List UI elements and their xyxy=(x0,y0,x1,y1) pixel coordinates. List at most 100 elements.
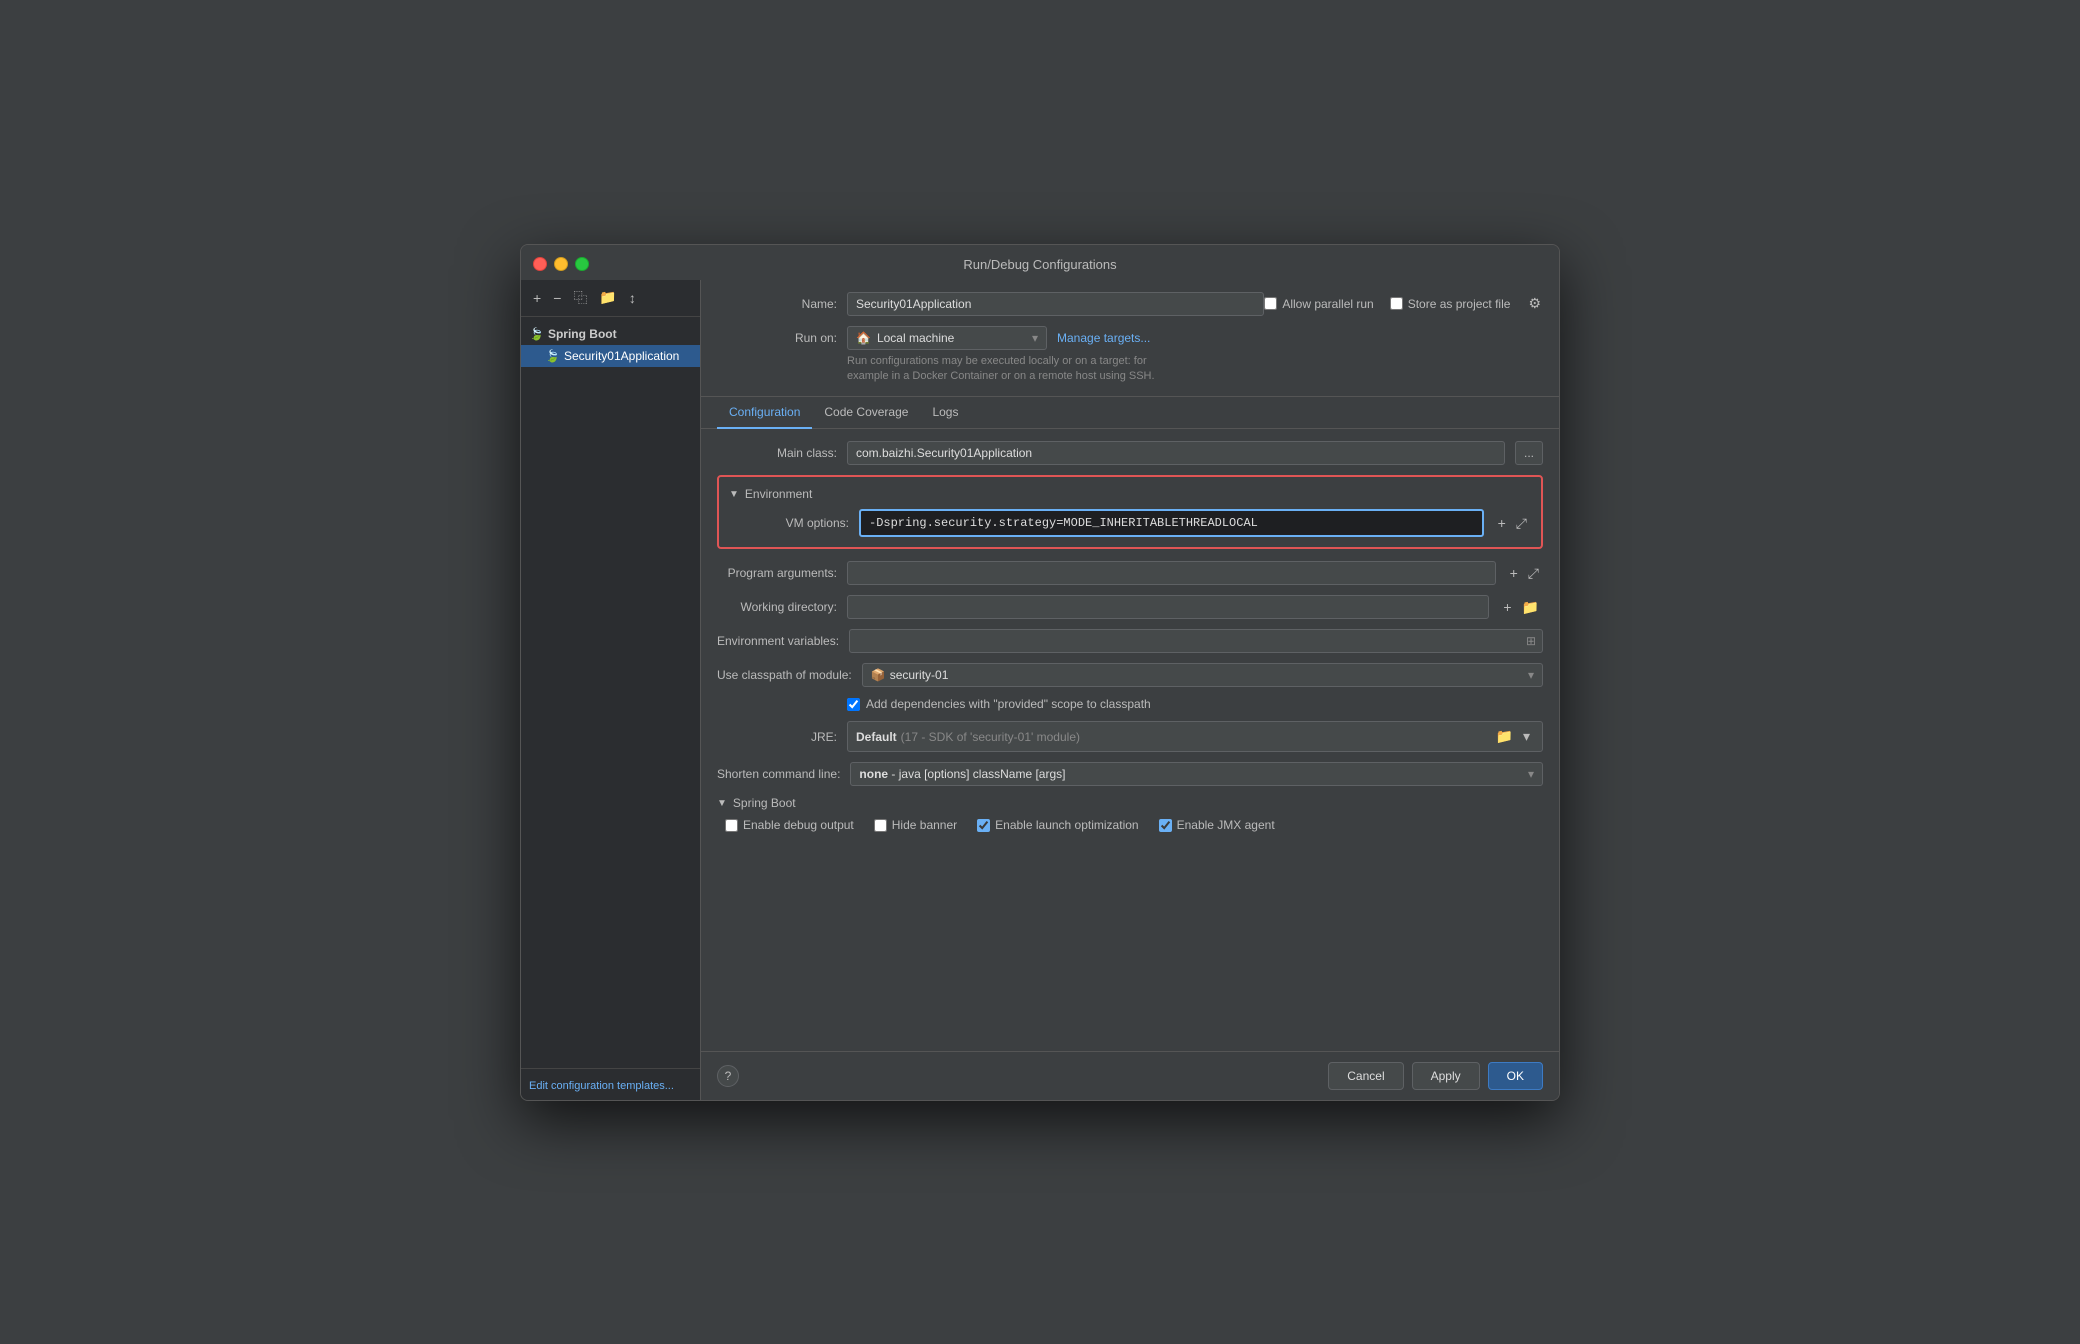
program-args-expand-button[interactable]: ⤢ xyxy=(1524,563,1543,584)
vm-options-input[interactable] xyxy=(859,509,1484,537)
close-button[interactable] xyxy=(533,257,547,271)
main-class-label: Main class: xyxy=(717,446,837,460)
manage-targets-link[interactable]: Manage targets... xyxy=(1057,331,1150,345)
window-title: Run/Debug Configurations xyxy=(963,257,1116,272)
config-header: Name: Allow parallel run Store as projec… xyxy=(701,280,1559,398)
jre-label: JRE: xyxy=(717,730,837,744)
add-deps-row: Add dependencies with "provided" scope t… xyxy=(717,697,1543,711)
sidebar-tree: 🍃 Spring Boot 🍃 Security01Application xyxy=(521,317,700,1068)
jre-default-text: Default xyxy=(856,730,897,744)
gear-button[interactable]: ⚙ xyxy=(1526,293,1543,314)
maximize-button[interactable] xyxy=(575,257,589,271)
shorten-dropdown-arrow: ▾ xyxy=(1528,767,1534,781)
spring-boot-group: 🍃 Spring Boot 🍃 Security01Application xyxy=(521,321,700,369)
shorten-dropdown[interactable]: none - java [options] className [args] ▾ xyxy=(850,762,1543,786)
app-run-icon: 🍃 xyxy=(545,349,560,363)
footer-left: ? xyxy=(717,1065,739,1087)
vm-options-row: VM options: + ⤢ xyxy=(729,509,1531,537)
env-vars-input-wrapper: ⊞ xyxy=(849,629,1543,653)
working-dir-input-wrapper xyxy=(847,595,1489,619)
add-config-button[interactable]: + xyxy=(529,288,545,308)
footer-buttons: Cancel Apply OK xyxy=(1328,1062,1543,1090)
header-options: Allow parallel run Store as project file… xyxy=(1264,293,1543,314)
classpath-dropdown[interactable]: 📦 security-01 ▾ xyxy=(862,663,1543,687)
security-app-item[interactable]: 🍃 Security01Application xyxy=(521,345,700,367)
name-label: Name: xyxy=(717,297,837,311)
dropdown-chevron-icon: ▾ xyxy=(1032,331,1038,345)
title-bar: Run/Debug Configurations xyxy=(521,245,1559,280)
store-as-project-text: Store as project file xyxy=(1408,297,1511,311)
jre-row: JRE: Default (17 - SDK of 'security-01' … xyxy=(717,721,1543,752)
run-on-dropdown[interactable]: 🏠 Local machine ▾ xyxy=(847,326,1047,350)
enable-jmx-label[interactable]: Enable JMX agent xyxy=(1159,818,1275,832)
spring-boot-header[interactable]: ▼ Spring Boot xyxy=(717,796,1543,810)
security-app-label: Security01Application xyxy=(564,349,679,363)
tab-configuration[interactable]: Configuration xyxy=(717,397,812,429)
tab-code-coverage[interactable]: Code Coverage xyxy=(812,397,920,429)
vm-options-expand-button[interactable]: ⤢ xyxy=(1512,513,1531,534)
jre-actions: 📁 ▾ xyxy=(1492,726,1534,747)
hide-banner-label[interactable]: Hide banner xyxy=(874,818,957,832)
working-dir-add-button[interactable]: + xyxy=(1499,597,1515,617)
program-args-add-button[interactable]: + xyxy=(1506,563,1522,583)
spring-boot-icon: 🍃 xyxy=(529,327,544,341)
module-icon: 📦 xyxy=(871,668,886,682)
working-dir-input[interactable] xyxy=(848,596,1488,618)
allow-parallel-checkbox[interactable] xyxy=(1264,297,1277,310)
program-args-actions: + ⤢ xyxy=(1506,563,1543,584)
classpath-label: Use classpath of module: xyxy=(717,668,852,682)
run-on-label: Run on: xyxy=(717,331,837,345)
ok-button[interactable]: OK xyxy=(1488,1062,1543,1090)
enable-debug-text: Enable debug output xyxy=(743,818,854,832)
jre-browse-button[interactable]: 📁 xyxy=(1492,726,1517,747)
working-dir-row: Working directory: + 📁 xyxy=(717,595,1543,619)
enable-jmx-checkbox[interactable] xyxy=(1159,819,1172,832)
hide-banner-checkbox[interactable] xyxy=(874,819,887,832)
run-on-hint: Run configurations may be executed local… xyxy=(847,354,1543,385)
jre-dropdown-button[interactable]: ▾ xyxy=(1519,726,1534,747)
tab-logs[interactable]: Logs xyxy=(920,397,970,429)
enable-debug-label[interactable]: Enable debug output xyxy=(725,818,854,832)
edit-templates-link[interactable]: Edit configuration templates... xyxy=(529,1080,674,1092)
sort-config-button[interactable]: ↕ xyxy=(625,288,640,308)
program-args-row: Program arguments: + ⤢ xyxy=(717,561,1543,585)
vm-options-label: VM options: xyxy=(729,516,849,530)
main-class-browse-button[interactable]: ... xyxy=(1515,441,1543,465)
folder-config-button[interactable]: 📁 xyxy=(595,287,620,308)
traffic-lights xyxy=(533,257,589,271)
main-class-input[interactable] xyxy=(847,441,1505,465)
minimize-button[interactable] xyxy=(554,257,568,271)
add-deps-checkbox[interactable] xyxy=(847,698,860,711)
working-dir-browse-button[interactable]: 📁 xyxy=(1518,597,1543,618)
environment-header[interactable]: ▼ Environment xyxy=(729,487,1531,501)
environment-title: Environment xyxy=(745,487,812,501)
enable-launch-label[interactable]: Enable launch optimization xyxy=(977,818,1138,832)
store-as-project-label[interactable]: Store as project file xyxy=(1390,297,1511,311)
program-args-input[interactable] xyxy=(848,562,1495,584)
store-as-project-checkbox[interactable] xyxy=(1390,297,1403,310)
remove-config-button[interactable]: − xyxy=(549,288,565,308)
dialog-footer: ? Cancel Apply OK xyxy=(701,1051,1559,1100)
spring-boot-label: Spring Boot xyxy=(548,327,617,341)
cancel-button[interactable]: Cancel xyxy=(1328,1062,1403,1090)
jre-dropdown[interactable]: Default (17 - SDK of 'security-01' modul… xyxy=(847,721,1543,752)
classpath-value: security-01 xyxy=(890,668,949,682)
enable-launch-checkbox[interactable] xyxy=(977,819,990,832)
spring-boot-group-item[interactable]: 🍃 Spring Boot xyxy=(521,323,700,345)
classpath-dropdown-arrow: ▾ xyxy=(1528,668,1534,682)
hide-banner-text: Hide banner xyxy=(892,818,957,832)
env-vars-input[interactable] xyxy=(850,630,1520,652)
help-button[interactable]: ? xyxy=(717,1065,739,1087)
sidebar-toolbar: + − ⿻ 📁 ↕ xyxy=(521,280,700,317)
working-dir-label: Working directory: xyxy=(717,600,837,614)
allow-parallel-label[interactable]: Allow parallel run xyxy=(1264,297,1373,311)
enable-debug-checkbox[interactable] xyxy=(725,819,738,832)
apply-button[interactable]: Apply xyxy=(1412,1062,1480,1090)
jre-detail-text: (17 - SDK of 'security-01' module) xyxy=(901,730,1080,744)
add-deps-label: Add dependencies with "provided" scope t… xyxy=(866,697,1151,711)
vm-options-add-button[interactable]: + xyxy=(1494,513,1510,533)
spring-options-row: Enable debug output Hide banner Enable l… xyxy=(717,818,1543,832)
copy-config-button[interactable]: ⿻ xyxy=(569,286,591,310)
name-input[interactable] xyxy=(847,292,1264,316)
shorten-value: none - java [options] className [args] xyxy=(859,767,1065,781)
